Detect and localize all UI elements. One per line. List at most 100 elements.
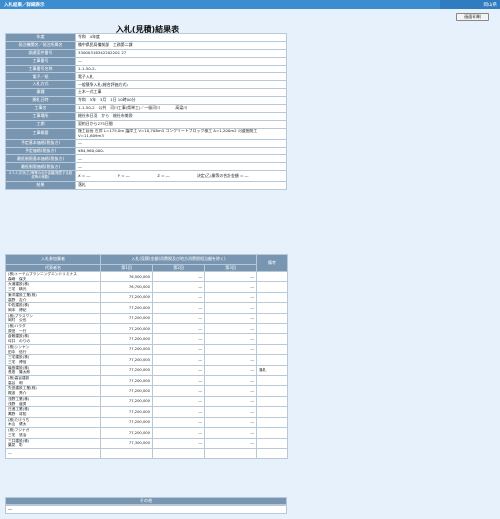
representative-name: 坪井 のりの bbox=[8, 339, 31, 344]
info-row: 開札日時 令和 5年 3月 1日 10時00分 bbox=[5, 96, 287, 106]
bidder-name: (株)シンヤン 田中 信行 bbox=[5, 343, 101, 356]
bid-round-2: ― bbox=[152, 323, 205, 335]
bid-round-1: 77,200,000 bbox=[100, 427, 153, 439]
info-key: X,Y,Z,次決(乙)等等の合計金額(随意する経緯等の係数) bbox=[5, 170, 76, 183]
bidder-row: (株)高谷建設 高谷 明 77,200,000 ― ― bbox=[5, 375, 289, 387]
bidder-row: 中佐建設(株) 岡本 博紀 77,200,000 ― ― bbox=[5, 302, 289, 314]
bidder-row: 東洋建設工業(株) 高野 吉介 77,200,000 ― ― bbox=[5, 291, 289, 304]
bid-round-1: 77,200,000 bbox=[100, 354, 153, 366]
round-1-header: 第1回 bbox=[100, 264, 153, 272]
representative-name: 梶波 亮介 bbox=[8, 391, 27, 396]
breadcrumb: 入札結果／詳細表示 bbox=[4, 2, 45, 8]
info-value: 契約日から275日間 bbox=[75, 119, 287, 129]
bid-round-1: 77,200,000 bbox=[100, 385, 153, 397]
representative-header: 代表者名 bbox=[5, 264, 101, 272]
bid-round-1: 77,200,000 bbox=[100, 333, 153, 345]
info-row: 工事番号 ― bbox=[5, 56, 287, 66]
info-key: 業種 bbox=[5, 88, 76, 98]
representative-name: 木山 健太 bbox=[8, 422, 27, 427]
bid-round-2: ― bbox=[152, 395, 205, 408]
info-value: ¥84,960,000- bbox=[75, 146, 287, 156]
representative-name: 三宅 博信 bbox=[8, 359, 27, 364]
bid-note bbox=[256, 343, 289, 356]
info-row: 年度 令和 4年度 bbox=[5, 33, 287, 42]
bid-note bbox=[256, 354, 289, 366]
info-row: 最低制限価格(税抜き) ― bbox=[5, 162, 287, 172]
bid-note bbox=[256, 291, 289, 304]
bid-note bbox=[256, 416, 289, 429]
info-value: 33000316342202201 27 bbox=[75, 48, 287, 58]
bidder-name: 倉敷建設(株) 坪井 のりの bbox=[5, 333, 101, 345]
representative-name: 葉見 彰 bbox=[8, 443, 23, 448]
bid-round-1: 76,700,000 bbox=[100, 281, 153, 293]
info-key: 工事場所 bbox=[5, 111, 76, 121]
bid-round-3: ― bbox=[203, 354, 258, 366]
bidder-name: 三宅建設(株) 三宅 博信 bbox=[5, 354, 101, 366]
bid-note bbox=[256, 281, 289, 293]
bidder-name: 三井建設(株) 葉見 彰 bbox=[5, 437, 101, 449]
bidder-row: 三宅建設(株) 三宅 博信 77,200,000 ― ― bbox=[5, 354, 289, 366]
xyz-value_w: 決定(乙)業等の合計金額 = ― bbox=[196, 173, 249, 178]
bid-note bbox=[256, 333, 289, 345]
empty-cell bbox=[256, 447, 289, 460]
representative-name: 高谷 明 bbox=[8, 380, 23, 385]
note-header: 備考 bbox=[256, 254, 289, 272]
bid-round-2: ― bbox=[152, 333, 205, 345]
info-value: 1-1-50-2 公共 河川工事(県単工)／一級河川 高梁川 bbox=[75, 104, 287, 113]
empty-cell bbox=[100, 447, 153, 460]
bid-round-1: 77,200,000 bbox=[100, 416, 153, 429]
representative-name: 高野 吉介 bbox=[8, 297, 27, 302]
info-value: 土木一式工事 bbox=[75, 88, 287, 98]
bidder-row: 浅野工業(株) 浅野 道男 77,200,000 ― ― bbox=[5, 395, 289, 408]
bidder-row: (株)ハラダ 原田 一行 77,200,000 ― ― bbox=[5, 323, 289, 335]
info-value: 1-1-50-2- bbox=[75, 64, 287, 74]
representative-name: 岡村 公也 bbox=[8, 318, 27, 323]
bid-round-1: 77,200,000 bbox=[100, 312, 153, 325]
bidder-name: (株)フジナガ 三宅 悠治 bbox=[5, 427, 101, 439]
bid-note bbox=[256, 312, 289, 325]
empty-bidder-row: ― bbox=[5, 447, 289, 460]
bid-round-1: 77,300,000 bbox=[100, 437, 153, 449]
info-value: ― bbox=[75, 162, 287, 172]
info-row: 電子／紙 電子入札 bbox=[5, 72, 287, 82]
info-key: 最低制限基本価格(税抜き) bbox=[5, 154, 76, 164]
info-key: 工事番号 bbox=[5, 56, 76, 66]
representative-name: 原田 一行 bbox=[8, 328, 27, 333]
xyz-value_y: Y = ― bbox=[117, 173, 130, 178]
prefecture-label: 岡山県 bbox=[440, 0, 500, 9]
info-row: 工事概要 施工延長 左岸 L=175.0m 護岸工 V=10,708m3 コンクリ… bbox=[5, 127, 287, 140]
bid-round-3: ― bbox=[203, 343, 258, 356]
info-value: 電子入札 bbox=[75, 72, 287, 82]
info-row: 業種 土木一式工事 bbox=[5, 88, 287, 98]
print-screen-button[interactable]: 画面印刷 bbox=[456, 13, 489, 21]
info-row: 予定基本価格(税抜き) ― bbox=[5, 138, 287, 148]
bidder-name: (株)たけうち 木山 健太 bbox=[5, 416, 101, 429]
xyz-value_x: X = ― bbox=[78, 173, 91, 178]
info-value: ― bbox=[75, 154, 287, 164]
info-row: 工事番号名称 1-1-50-2- bbox=[5, 64, 287, 74]
round-3-header: 第3回 bbox=[203, 264, 258, 272]
representative-name: 田中 信行 bbox=[8, 349, 27, 354]
bid-note bbox=[256, 427, 289, 439]
bid-round-2: ― bbox=[152, 291, 205, 304]
xyz-values: X = ― Y = ― Z = ― 決定(乙)業等の合計金額 = ― bbox=[75, 170, 287, 183]
bid-round-3: ― bbox=[203, 312, 258, 325]
bid-note bbox=[256, 270, 289, 283]
round-2-header: 第2回 bbox=[152, 264, 205, 272]
representative-name: 岡本 博紀 bbox=[8, 307, 27, 312]
representative-name: 三宅 悠治 bbox=[8, 432, 27, 437]
bid-info-table: 年度 令和 4年度 発注機関名／発注所属名 備中県民局備前部 工務第二課 調達案件番号 3… bbox=[5, 33, 287, 191]
bid-note bbox=[256, 302, 289, 314]
bid-round-3: ― bbox=[203, 291, 258, 304]
info-value: 総社市日羽 から 総社市美袋 bbox=[75, 111, 287, 121]
bid-note bbox=[256, 385, 289, 397]
other-value: ― bbox=[5, 505, 287, 514]
bidder-name: (株)高谷建設 高谷 明 bbox=[5, 375, 101, 387]
bidder-row: (株)プラスワン 岡村 公也 77,200,000 ― ― bbox=[5, 312, 289, 325]
empty-cell: ― bbox=[5, 447, 101, 460]
representative-name: 森嶋 保夫 bbox=[8, 276, 27, 281]
bidder-name: 中佐建設(株) 岡本 博紀 bbox=[5, 302, 101, 314]
bidder-row: 先田建設工業(株) 梶波 亮介 77,200,000 ― ― bbox=[5, 385, 289, 397]
info-row: 調達案件番号 33000316342202201 27 bbox=[5, 48, 287, 58]
info-row: 工期 契約日から275日間 bbox=[5, 119, 287, 129]
